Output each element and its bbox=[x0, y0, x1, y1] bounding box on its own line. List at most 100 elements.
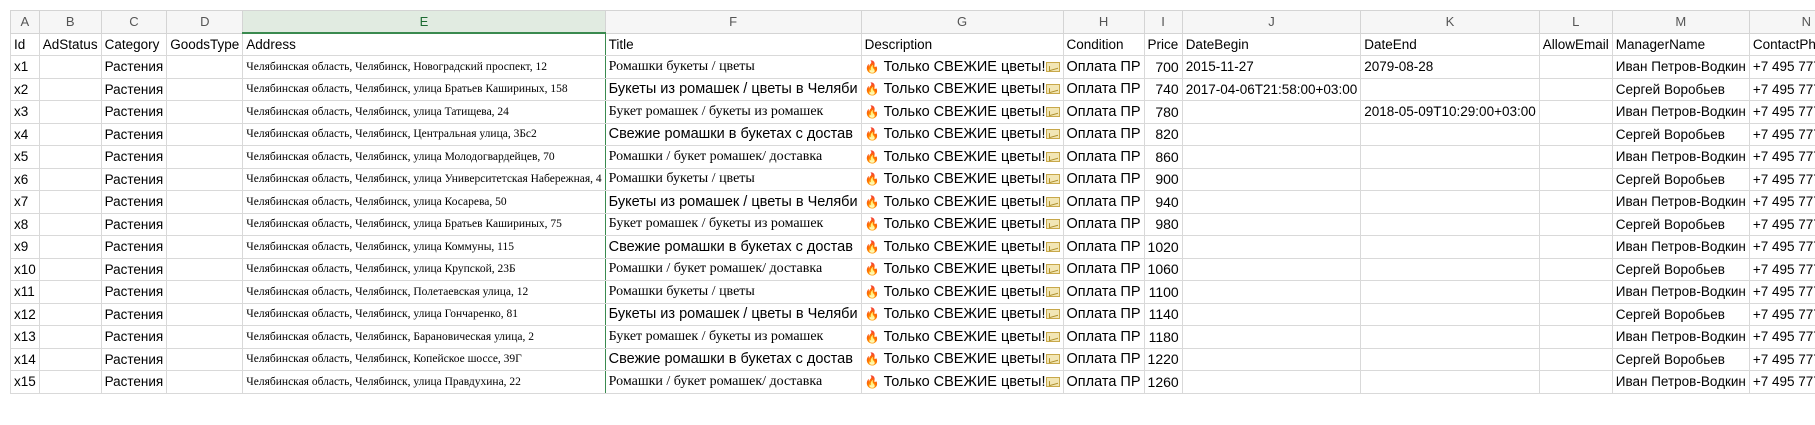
field-name-cell[interactable]: DateEnd bbox=[1360, 32, 1540, 56]
cell-price[interactable]: 1260 bbox=[1143, 370, 1183, 394]
cell-adstatus[interactable] bbox=[38, 325, 102, 349]
cell-adstatus[interactable] bbox=[38, 55, 102, 79]
cell-manager[interactable]: Иван Петров-Водкин bbox=[1611, 370, 1750, 394]
cell-dateend[interactable] bbox=[1360, 325, 1540, 349]
cell-address[interactable]: Челябинская область, Челябинск, Новоград… bbox=[242, 55, 606, 79]
cell-goodstype[interactable] bbox=[166, 257, 244, 281]
cell-id[interactable]: x10 bbox=[10, 257, 40, 281]
cell-phone[interactable]: +7 495 777-10-66 bbox=[1748, 257, 1815, 281]
field-name-cell[interactable]: Condition bbox=[1062, 32, 1145, 56]
cell-address[interactable]: Челябинская область, Челябинск, Полетаев… bbox=[242, 280, 606, 304]
cell-adstatus[interactable] bbox=[38, 100, 102, 124]
cell-phone[interactable]: +7 495 777-10-66 bbox=[1748, 325, 1815, 349]
cell-description[interactable]: 🔥 Только СВЕЖИЕ цветы! bbox=[860, 280, 1064, 304]
cell-manager[interactable]: Сергей Воробьев bbox=[1611, 167, 1750, 191]
field-name-cell[interactable]: GoodsType bbox=[166, 32, 244, 56]
cell-description[interactable]: 🔥 Только СВЕЖИЕ цветы! bbox=[860, 145, 1064, 169]
cell-phone[interactable]: +7 495 777-10-66 bbox=[1748, 145, 1815, 169]
cell-manager[interactable]: Сергей Воробьев bbox=[1611, 347, 1750, 371]
cell-category[interactable]: Растения bbox=[100, 55, 168, 79]
cell-description[interactable]: 🔥 Только СВЕЖИЕ цветы! bbox=[860, 235, 1064, 259]
cell-condition[interactable]: Оплата ПР bbox=[1062, 370, 1145, 394]
column-header-e[interactable]: E bbox=[242, 10, 606, 34]
cell-title[interactable]: Букет ромашек / букеты из ромашек bbox=[604, 212, 862, 236]
cell-allowemail[interactable] bbox=[1538, 347, 1613, 371]
cell-datebegin[interactable]: 2017-04-06T21:58:00+03:00 bbox=[1181, 77, 1362, 101]
cell-adstatus[interactable] bbox=[38, 370, 102, 394]
cell-manager[interactable]: Иван Петров-Водкин bbox=[1611, 280, 1750, 304]
field-name-cell[interactable]: Id bbox=[10, 32, 40, 56]
cell-dateend[interactable]: 2018-05-09T10:29:00+03:00 bbox=[1360, 100, 1540, 124]
cell-title[interactable]: Свежие ромашки в букетах с достав bbox=[604, 235, 862, 259]
cell-address[interactable]: Челябинская область, Челябинск, улица Бр… bbox=[242, 212, 606, 236]
cell-dateend[interactable] bbox=[1360, 190, 1540, 214]
cell-description[interactable]: 🔥 Только СВЕЖИЕ цветы! bbox=[860, 55, 1064, 79]
cell-adstatus[interactable] bbox=[38, 257, 102, 281]
cell-condition[interactable]: Оплата ПР bbox=[1062, 347, 1145, 371]
cell-price[interactable]: 820 bbox=[1143, 122, 1183, 146]
cell-title[interactable]: Ромашки / букет ромашек/ доставка bbox=[604, 257, 862, 281]
cell-goodstype[interactable] bbox=[166, 55, 244, 79]
cell-title[interactable]: Ромашки / букет ромашек/ доставка bbox=[604, 145, 862, 169]
cell-condition[interactable]: Оплата ПР bbox=[1062, 280, 1145, 304]
cell-adstatus[interactable] bbox=[38, 167, 102, 191]
cell-id[interactable]: x5 bbox=[10, 145, 40, 169]
cell-id[interactable]: x1 bbox=[10, 55, 40, 79]
cell-condition[interactable]: Оплата ПР bbox=[1062, 55, 1145, 79]
cell-manager[interactable]: Иван Петров-Водкин bbox=[1611, 145, 1750, 169]
cell-category[interactable]: Растения bbox=[100, 325, 168, 349]
cell-condition[interactable]: Оплата ПР bbox=[1062, 257, 1145, 281]
cell-allowemail[interactable] bbox=[1538, 122, 1613, 146]
cell-title[interactable]: Ромашки букеты / цветы bbox=[604, 55, 862, 79]
field-name-cell[interactable]: ContactPhone bbox=[1748, 32, 1815, 56]
cell-price[interactable]: 1140 bbox=[1143, 302, 1183, 326]
cell-price[interactable]: 900 bbox=[1143, 167, 1183, 191]
cell-manager[interactable]: Сергей Воробьев bbox=[1611, 257, 1750, 281]
cell-goodstype[interactable] bbox=[166, 235, 244, 259]
cell-condition[interactable]: Оплата ПР bbox=[1062, 302, 1145, 326]
cell-adstatus[interactable] bbox=[38, 235, 102, 259]
cell-allowemail[interactable] bbox=[1538, 167, 1613, 191]
cell-phone[interactable]: +7 495 777-10-66 bbox=[1748, 190, 1815, 214]
cell-id[interactable]: x8 bbox=[10, 212, 40, 236]
column-header-m[interactable]: M bbox=[1611, 10, 1750, 34]
field-name-cell[interactable]: Price bbox=[1143, 32, 1183, 56]
cell-goodstype[interactable] bbox=[166, 302, 244, 326]
cell-category[interactable]: Растения bbox=[100, 235, 168, 259]
cell-price[interactable]: 740 bbox=[1143, 77, 1183, 101]
cell-category[interactable]: Растения bbox=[100, 190, 168, 214]
cell-address[interactable]: Челябинская область, Челябинск, улица Ко… bbox=[242, 190, 606, 214]
column-header-f[interactable]: F bbox=[604, 10, 862, 34]
column-header-l[interactable]: L bbox=[1538, 10, 1613, 34]
cell-goodstype[interactable] bbox=[166, 167, 244, 191]
cell-price[interactable]: 780 bbox=[1143, 100, 1183, 124]
cell-adstatus[interactable] bbox=[38, 302, 102, 326]
cell-condition[interactable]: Оплата ПР bbox=[1062, 145, 1145, 169]
cell-goodstype[interactable] bbox=[166, 100, 244, 124]
cell-phone[interactable]: +7 495 777-10-66 bbox=[1748, 302, 1815, 326]
cell-adstatus[interactable] bbox=[38, 347, 102, 371]
cell-address[interactable]: Челябинская область, Челябинск, улица Пр… bbox=[242, 370, 606, 394]
cell-price[interactable]: 1060 bbox=[1143, 257, 1183, 281]
cell-description[interactable]: 🔥 Только СВЕЖИЕ цветы! bbox=[860, 325, 1064, 349]
cell-datebegin[interactable] bbox=[1181, 370, 1362, 394]
cell-datebegin[interactable] bbox=[1181, 190, 1362, 214]
cell-goodstype[interactable] bbox=[166, 347, 244, 371]
column-header-d[interactable]: D bbox=[166, 10, 244, 34]
cell-goodstype[interactable] bbox=[166, 190, 244, 214]
cell-price[interactable]: 700 bbox=[1143, 55, 1183, 79]
cell-price[interactable]: 980 bbox=[1143, 212, 1183, 236]
cell-address[interactable]: Челябинская область, Челябинск, улица Бр… bbox=[242, 77, 606, 101]
cell-price[interactable]: 1180 bbox=[1143, 325, 1183, 349]
cell-address[interactable]: Челябинская область, Челябинск, улица Кр… bbox=[242, 257, 606, 281]
cell-dateend[interactable] bbox=[1360, 347, 1540, 371]
cell-category[interactable]: Растения bbox=[100, 212, 168, 236]
cell-description[interactable]: 🔥 Только СВЕЖИЕ цветы! bbox=[860, 257, 1064, 281]
cell-manager[interactable]: Сергей Воробьев bbox=[1611, 122, 1750, 146]
cell-category[interactable]: Растения bbox=[100, 302, 168, 326]
cell-address[interactable]: Челябинская область, Челябинск, улица Та… bbox=[242, 100, 606, 124]
cell-allowemail[interactable] bbox=[1538, 212, 1613, 236]
cell-datebegin[interactable] bbox=[1181, 167, 1362, 191]
column-header-h[interactable]: H bbox=[1062, 10, 1145, 34]
column-header-n[interactable]: N bbox=[1748, 10, 1815, 34]
